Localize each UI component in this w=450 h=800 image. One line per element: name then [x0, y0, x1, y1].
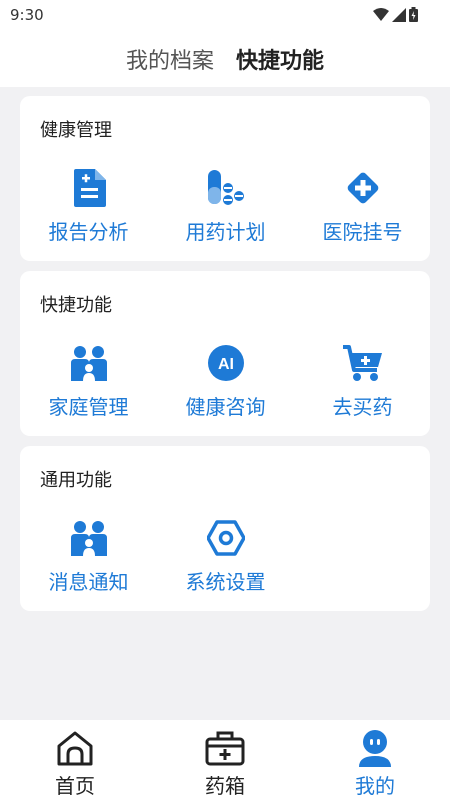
grid-item-label: 去买药 — [332, 395, 393, 419]
nav-item-home[interactable]: 首页 — [0, 720, 150, 800]
family-icon — [69, 343, 109, 383]
status-icons — [373, 7, 418, 22]
section-title: 健康管理 — [40, 120, 112, 141]
family-management-button[interactable]: 家庭管理 — [20, 343, 157, 423]
nav-label: 首页 — [55, 774, 95, 798]
top-tabs: 我的档案 快捷功能 — [0, 30, 450, 87]
tab-quick-functions[interactable]: 快捷功能 — [236, 43, 324, 75]
health-management-card: 健康管理 报告分析 用药计划 医院挂号 — [20, 96, 430, 261]
grid-item-label: 系统设置 — [185, 570, 266, 594]
message-notification-button[interactable]: 消息通知 — [20, 518, 157, 598]
grid-item-label: 家庭管理 — [48, 395, 129, 419]
general-functions-card: 通用功能 消息通知 系统设置 — [20, 446, 430, 611]
section-title: 通用功能 — [40, 470, 112, 491]
profile-icon — [355, 728, 395, 768]
medicine-icon — [206, 168, 246, 208]
cart-icon — [342, 343, 383, 383]
grid-item-label: 用药计划 — [185, 220, 266, 244]
battery-icon — [409, 7, 418, 22]
nav-label: 我的 — [355, 774, 395, 798]
health-consultation-button[interactable]: AI 健康咨询 — [157, 343, 294, 423]
tab-my-records[interactable]: 我的档案 — [126, 43, 214, 75]
report-analysis-button[interactable]: 报告分析 — [20, 168, 157, 248]
system-settings-button[interactable]: 系统设置 — [157, 518, 294, 598]
hospital-icon — [343, 168, 383, 208]
people-icon — [69, 518, 109, 558]
hospital-registration-button[interactable]: 医院挂号 — [294, 168, 431, 248]
status-bar: 9:30 — [0, 0, 450, 30]
signal-icon — [392, 7, 406, 22]
settings-icon — [206, 518, 246, 558]
ai-icon: AI — [206, 343, 246, 383]
section-title: 快捷功能 — [40, 295, 112, 316]
grid-item-label: 健康咨询 — [185, 395, 266, 419]
status-time: 9:30 — [10, 6, 44, 24]
nav-label: 药箱 — [205, 774, 245, 798]
nav-item-profile[interactable]: 我的 — [300, 720, 450, 800]
wifi-icon — [373, 7, 389, 21]
buy-medicine-button[interactable]: 去买药 — [294, 343, 431, 423]
report-icon — [69, 168, 109, 208]
svg-text:AI: AI — [218, 356, 234, 373]
medicine-box-icon — [205, 728, 245, 768]
nav-item-medicine-box[interactable]: 药箱 — [150, 720, 300, 800]
grid-item-label: 报告分析 — [48, 220, 129, 244]
medication-plan-button[interactable]: 用药计划 — [157, 168, 294, 248]
grid-item-label: 医院挂号 — [322, 220, 403, 244]
bottom-nav: 首页 药箱 我的 — [0, 720, 450, 800]
quick-functions-card: 快捷功能 家庭管理 AI 健康咨询 去买药 — [20, 271, 430, 436]
grid-item-label: 消息通知 — [48, 570, 129, 594]
home-icon — [55, 728, 95, 768]
